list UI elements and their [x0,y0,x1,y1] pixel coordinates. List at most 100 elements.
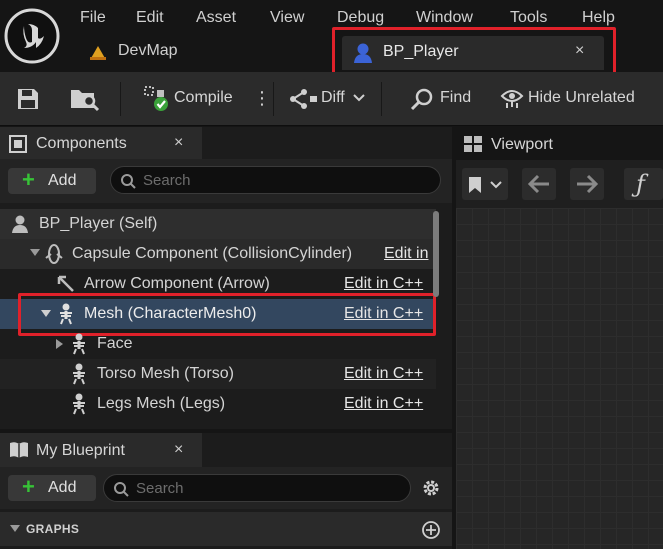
unreal-logo-icon[interactable] [4,8,60,64]
tree-row-legs[interactable]: Legs Mesh (Legs) Edit in C++ [0,389,436,419]
tab-close-icon[interactable]: × [575,42,584,60]
graphs-section-header[interactable]: GRAPHS [0,512,452,546]
back-button[interactable] [522,168,556,200]
components-title: Components [36,135,127,152]
edit-in-cpp-link[interactable]: Edit in C++ [344,275,423,293]
compile-icon[interactable] [144,86,170,112]
hide-unrelated-icon[interactable] [500,88,524,110]
find-icon[interactable] [410,87,434,111]
viewport-canvas[interactable] [456,208,663,549]
graphs-label: GRAPHS [26,522,80,536]
my-blueprint-tab[interactable]: My Blueprint × [0,433,202,467]
menu-tools[interactable]: Tools [510,8,547,28]
expand-arrow-icon[interactable] [56,339,64,349]
add-graph-icon[interactable] [421,520,441,540]
tree-row-mesh[interactable]: Mesh (CharacterMesh0) Edit in C++ [0,299,436,329]
skeletal-mesh-icon [70,333,88,355]
arrow-right-icon [575,174,599,194]
my-blueprint-add-button[interactable]: + Add [8,474,96,501]
tree-row-arrow[interactable]: Arrow Component (Arrow) Edit in C++ [0,269,436,299]
my-blueprint-close-icon[interactable]: × [174,441,183,459]
tree-row-label: Face [97,335,133,352]
edit-in-cpp-link[interactable]: Edit in C++ [344,305,423,323]
chevron-down-icon[interactable] [353,94,365,102]
collapse-arrow-icon[interactable] [10,525,20,533]
menu-view[interactable]: View [270,8,304,28]
components-add-button[interactable]: + Add [8,167,96,194]
arrow-component-icon [57,275,75,293]
collapse-arrow-icon[interactable] [30,249,40,257]
tab-devmap[interactable]: DevMap [80,38,280,68]
arrow-left-icon [527,174,551,194]
my-blueprint-search-input[interactable]: Search [103,474,411,502]
gear-icon[interactable] [421,478,441,498]
plus-icon: + [22,474,35,499]
menu-help[interactable]: Help [582,8,615,28]
tab-devmap-label: DevMap [118,42,178,59]
save-icon[interactable] [16,87,40,111]
menu-window[interactable]: Window [416,8,473,28]
function-button[interactable]: ƒ [624,168,663,200]
components-search-input[interactable]: Search [110,166,441,194]
toolbar-separator [120,82,121,116]
components-tab[interactable]: Components × [0,127,202,159]
skeletal-mesh-icon [57,303,75,325]
tree-row-label: Capsule Component (CollisionCylinder) [72,245,353,262]
diff-button-label[interactable]: Diff [321,89,345,107]
forward-button[interactable] [570,168,604,200]
capsule-component-icon [44,244,64,264]
viewport-tab[interactable]: Viewport [456,127,663,159]
search-icon [113,481,129,497]
menu-asset[interactable]: Asset [196,8,236,28]
chevron-down-icon [490,181,502,189]
tree-row-label: Legs Mesh (Legs) [97,395,226,412]
viewport-toolbar: ƒ [456,160,663,208]
tab-bp-player-label: BP_Player [383,43,459,60]
tree-row-label: Torso Mesh (Torso) [97,365,234,382]
tree-row-torso[interactable]: Torso Mesh (Torso) Edit in C++ [0,359,436,389]
viewport-title: Viewport [491,136,553,153]
toolbar-separator [273,82,274,116]
plus-icon: + [22,167,35,192]
tree-row-label: BP_Player (Self) [39,215,158,232]
collapse-arrow-icon[interactable] [41,310,51,318]
hide-unrelated-button-label[interactable]: Hide Unrelated [528,89,635,107]
book-icon [9,441,29,459]
tree-row-label: Mesh (CharacterMesh0) [84,305,257,322]
bookmark-dropdown-button[interactable] [462,168,508,200]
tree-row-label: Arrow Component (Arrow) [84,275,270,292]
tree-row-face[interactable]: Face [0,329,436,359]
compile-button-label[interactable]: Compile [174,89,233,107]
components-icon [9,135,27,153]
components-add-label: Add [48,172,77,189]
my-blueprint-title: My Blueprint [36,442,125,459]
diff-icon[interactable] [289,88,319,110]
my-blueprint-add-label: Add [48,479,77,496]
map-icon [88,44,108,62]
find-button-label[interactable]: Find [440,89,471,107]
toolbar-overflow-icon[interactable]: ⋮ [655,88,663,109]
function-icon: ƒ [636,170,645,198]
tree-row-self[interactable]: BP_Player (Self) [0,209,436,239]
skeletal-mesh-icon [70,363,88,385]
tab-bp-player[interactable]: BP_Player × [342,36,604,70]
viewport-icon [464,136,482,152]
actor-self-icon [10,214,30,234]
toolbar-separator [381,82,382,116]
menu-file[interactable]: File [80,8,106,28]
search-icon [120,173,136,189]
components-close-icon[interactable]: × [174,134,183,152]
components-search-placeholder: Search [143,172,191,189]
my-blueprint-search-placeholder: Search [136,480,184,497]
skeletal-mesh-icon [70,393,88,415]
browse-folder-icon[interactable] [70,86,100,112]
edit-in-cpp-link[interactable]: Edit in C++ [344,365,423,383]
menu-debug[interactable]: Debug [337,8,384,28]
edit-in-cpp-link[interactable]: Edit in C++ [344,395,423,413]
compile-options-icon[interactable]: ⋮ [253,88,271,109]
edit-in-cpp-link[interactable]: Edit in [384,245,428,263]
components-scrollbar[interactable] [433,211,439,297]
blueprint-actor-icon [353,42,373,64]
tree-row-capsule[interactable]: Capsule Component (CollisionCylinder) Ed… [0,239,436,269]
menu-edit[interactable]: Edit [136,8,164,28]
